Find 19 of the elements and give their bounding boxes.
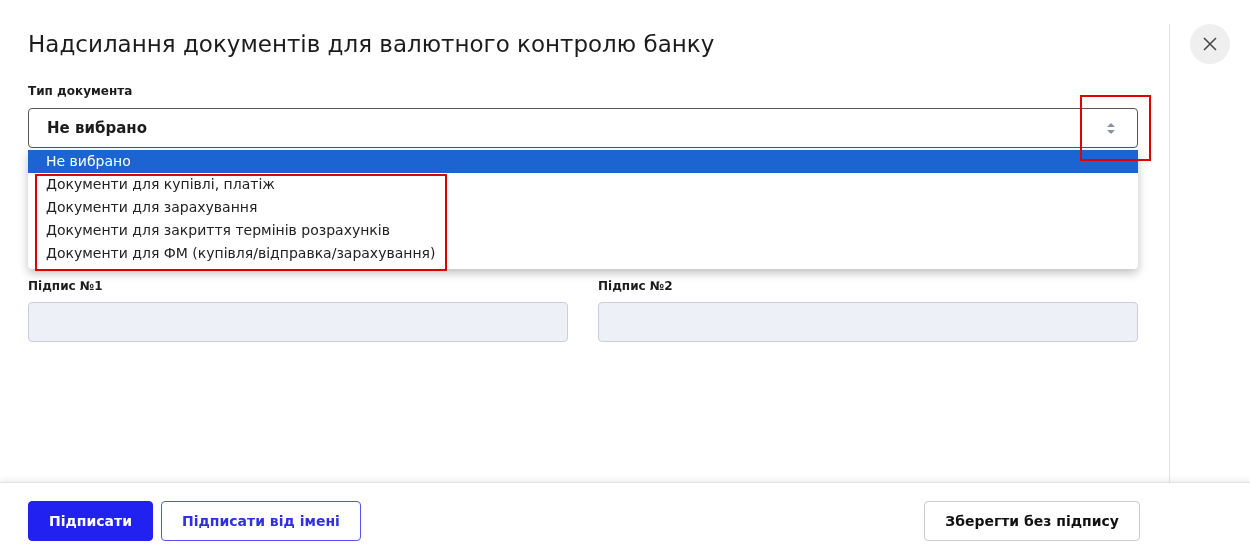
dropdown-option[interactable]: Документи для ФМ (купівля/відправка/зарахування) bbox=[28, 242, 1138, 265]
annotation-frame bbox=[1080, 95, 1151, 161]
dropdown-option[interactable]: Документи для купівлі, платіж bbox=[28, 173, 1138, 196]
close-button[interactable] bbox=[1190, 24, 1230, 64]
action-button[interactable]: Зберегти без підпису bbox=[924, 500, 1140, 541]
dropdown-option[interactable]: Не вибрано bbox=[28, 150, 1138, 173]
dialog-title: Надсилання документів для валютного контролю банку bbox=[28, 30, 716, 59]
dropdown-option[interactable]: Документи для зарахування bbox=[28, 196, 1138, 219]
document-type-select[interactable]: Не вибрано bbox=[28, 108, 1138, 148]
sort-arrows-icon bbox=[1107, 122, 1115, 134]
field-label: Підпис №1 bbox=[28, 278, 104, 294]
close-icon bbox=[1203, 37, 1217, 51]
signature-field[interactable] bbox=[598, 302, 1138, 342]
action-button[interactable]: Підписати від імені bbox=[161, 500, 361, 541]
signature-field[interactable] bbox=[28, 302, 568, 342]
action-button[interactable]: Підписати bbox=[28, 500, 153, 541]
dropdown-option[interactable]: Документи для закриття термінів розрахунків bbox=[28, 219, 1138, 242]
field-label: Тип документа bbox=[28, 83, 134, 99]
field-label: Підпис №2 bbox=[598, 278, 674, 294]
